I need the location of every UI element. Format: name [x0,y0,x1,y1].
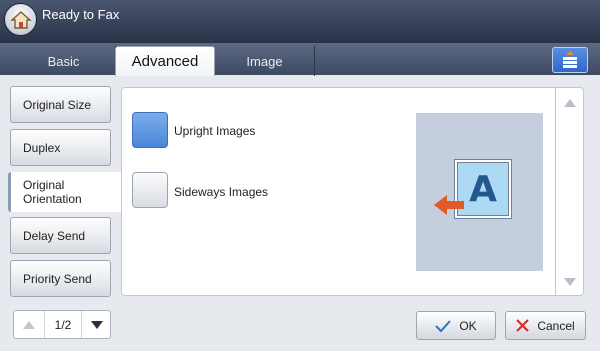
status-title: Ready to Fax [42,7,120,22]
tab-image[interactable]: Image [215,46,315,76]
tab-bar: Basic Advanced Image [0,42,600,76]
sidebar-item-label: Delay Send [23,228,86,243]
orientation-preview: A [416,113,543,271]
check-icon [435,319,452,332]
page-next-button[interactable] [82,311,112,338]
sidebar-item-label: Original Size [23,97,92,112]
upright-images-option[interactable] [132,112,168,148]
tab-basic[interactable]: Basic [12,46,116,76]
job-status-button[interactable] [552,47,588,73]
sidebar-item-original-size[interactable]: Original Size [10,86,111,123]
cancel-button[interactable]: Cancel [505,311,586,340]
page-navigator: 1/2 [13,310,111,339]
ok-label: OK [459,318,477,333]
ok-button[interactable]: OK [416,311,496,340]
page-prev-button[interactable] [14,311,44,338]
triangle-down-icon [91,320,103,329]
sideways-images-label: Sideways Images [174,185,269,199]
job-status-icon [563,51,577,68]
scroll-down-button[interactable] [557,269,583,295]
page-indicator: 1/2 [44,311,82,338]
tab-advanced[interactable]: Advanced [115,46,215,76]
close-icon [516,319,530,332]
triangle-up-icon [564,99,576,107]
sidebar-item-duplex[interactable]: Duplex [10,129,111,166]
sidebar-item-delay-send[interactable]: Delay Send [10,217,111,254]
upright-images-label: Upright Images [174,124,256,138]
cancel-label: Cancel [537,318,575,333]
status-bar: Ready to Fax [0,0,600,42]
home-icon [9,10,32,29]
sidebar-item-original-orientation[interactable]: Original Orientation [8,172,121,212]
home-button[interactable] [4,3,37,36]
scroll-up-button[interactable] [557,90,583,116]
sidebar-item-label: Original Orientation [23,178,82,206]
sidebar-item-label: Priority Send [23,271,92,286]
orientation-panel: Upright Images Sideways Images A [121,87,584,296]
arrow-left-icon [434,195,464,215]
sideways-images-option[interactable] [132,172,168,208]
triangle-down-icon [564,278,576,286]
sidebar-item-priority-send[interactable]: Priority Send [10,260,111,297]
triangle-up-icon [23,320,35,329]
panel-scrollbar[interactable] [555,88,583,295]
sidebar-item-label: Duplex [23,140,61,155]
